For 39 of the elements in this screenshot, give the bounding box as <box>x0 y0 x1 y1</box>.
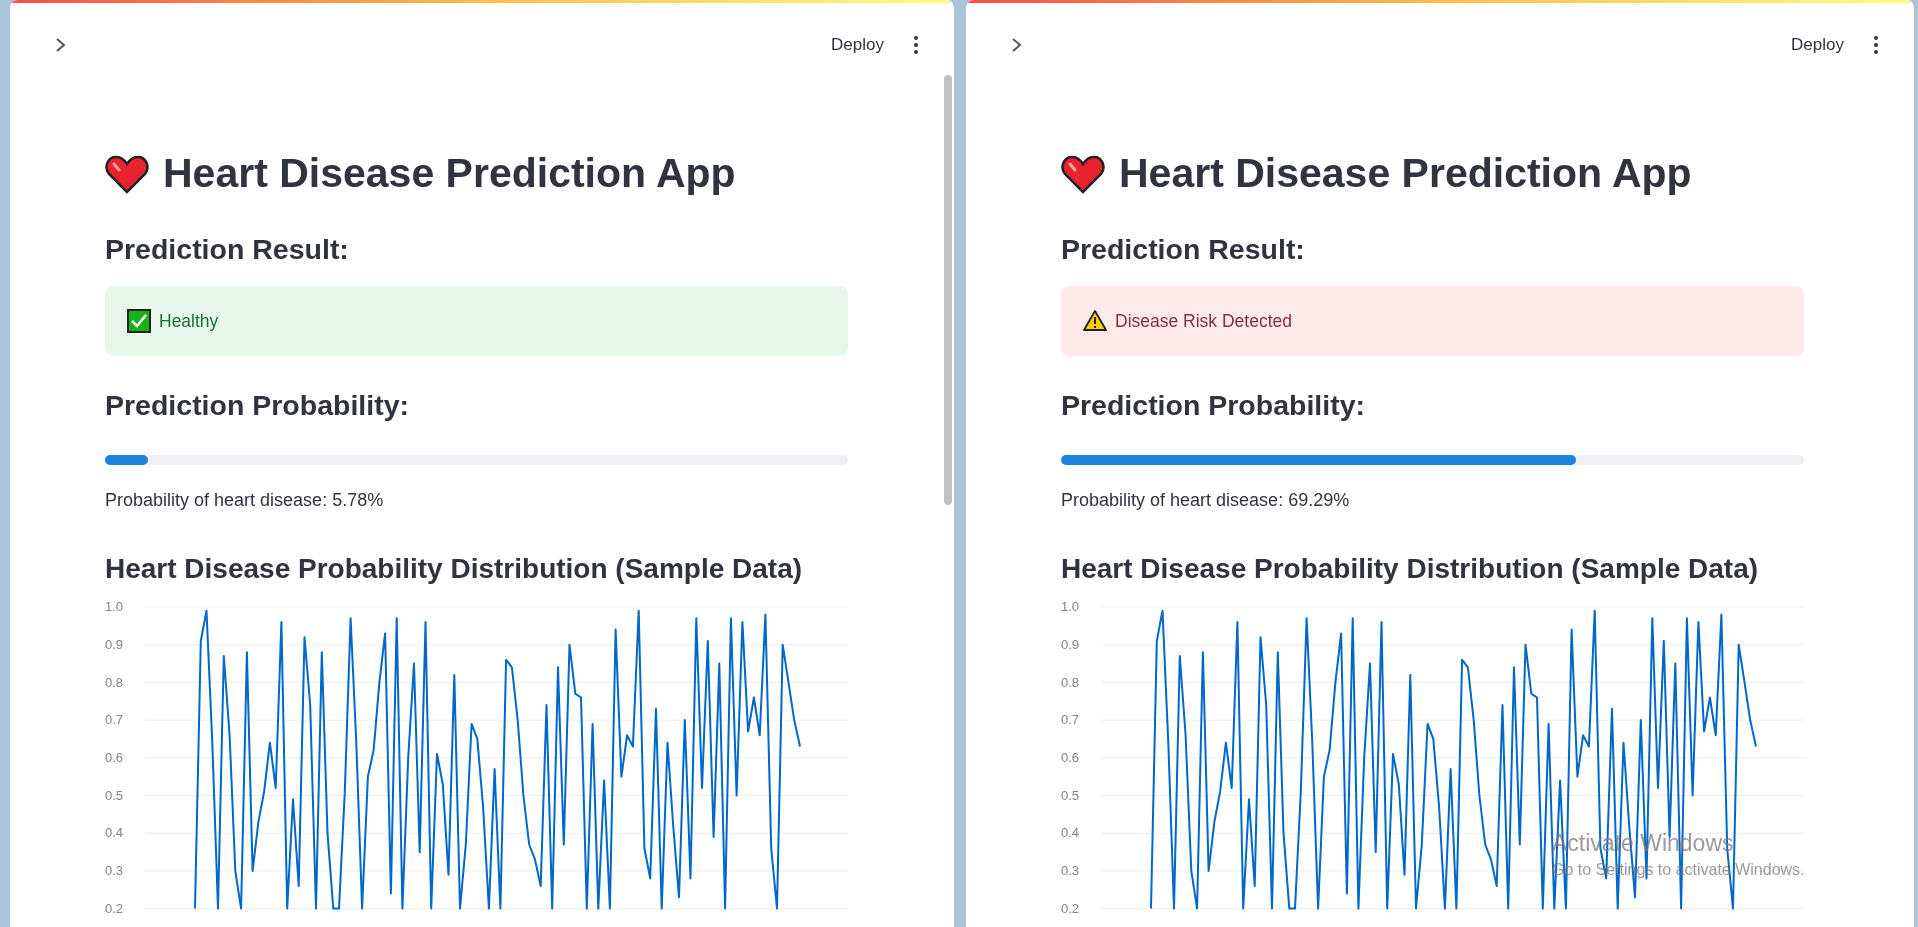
chevron-right-icon[interactable] <box>54 37 68 53</box>
check-icon <box>127 309 151 334</box>
chevron-right-icon[interactable] <box>1010 37 1024 53</box>
result-text: Disease Risk Detected <box>1115 310 1293 334</box>
axis-label: 0.7 <box>105 713 124 728</box>
kebab-icon <box>1874 36 1878 54</box>
section-heading: Prediction Result: <box>105 232 350 267</box>
axis-label: 0.6 <box>105 750 124 765</box>
axis-label: 0.3 <box>105 864 124 879</box>
axis-label: 1.0 <box>105 600 124 615</box>
app-title: Heart Disease Prediction App <box>163 149 736 198</box>
axis-label: 0.9 <box>1061 637 1080 652</box>
axis-label: 0.2 <box>1061 901 1080 916</box>
axis-label: 0.7 <box>1061 713 1080 728</box>
axis-label: 0.3 <box>1061 864 1080 879</box>
axis-label: 0.4 <box>1061 826 1080 841</box>
axis-label: 0.5 <box>1061 788 1080 803</box>
axis-label: 0.8 <box>105 675 124 690</box>
axis-label: 0.2 <box>105 901 124 916</box>
axis-label: 0.6 <box>1061 750 1080 765</box>
warning-icon <box>1083 309 1107 334</box>
axis-label: 0.9 <box>105 637 124 652</box>
chart-title: Heart Disease Probability Distribution (Sample Data) <box>105 551 804 586</box>
chart-title: Heart Disease Probability Distribution (Sample Data) <box>1061 551 1760 586</box>
app-title: Heart Disease Prediction App <box>1119 149 1692 198</box>
probability-text: Probability of heart disease: 5.78% <box>105 488 385 512</box>
section-heading: Prediction Result: <box>1061 232 1306 267</box>
kebab-icon <box>914 36 918 54</box>
axis-label: 0.5 <box>105 788 124 803</box>
axis-label: 0.4 <box>105 826 124 841</box>
section-heading: Prediction Probability: <box>105 388 411 423</box>
result-text: Healthy <box>159 310 219 334</box>
scrollbar-thumb[interactable] <box>944 75 952 505</box>
probability-text: Probability of heart disease: 69.29% <box>1061 488 1351 512</box>
axis-label: 1.0 <box>1061 600 1080 615</box>
axis-label: 0.8 <box>1061 675 1080 690</box>
deploy-button[interactable]: Deploy <box>1783 28 1852 62</box>
section-heading: Prediction Probability: <box>1061 388 1367 423</box>
deploy-button[interactable]: Deploy <box>823 28 892 62</box>
